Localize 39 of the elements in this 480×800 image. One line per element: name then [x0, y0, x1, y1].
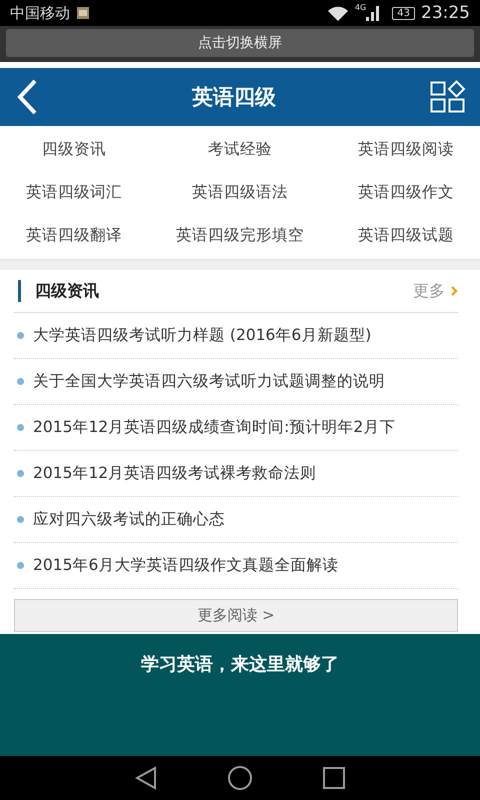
category-link[interactable]: 四级资讯	[0, 128, 148, 171]
promo-message: 学习英语，来这里就够了	[141, 653, 339, 676]
carrier-name: 中国移动	[10, 4, 70, 22]
article-link[interactable]: 关于全国大学英语四六级考试听力试题调整的说明	[33, 371, 385, 392]
home-icon[interactable]	[227, 765, 253, 791]
article-link[interactable]: 应对四六级考试的正确心态	[33, 509, 225, 530]
section-title: 四级资讯	[35, 280, 99, 302]
signal-icon	[366, 5, 380, 21]
rotate-screen-button[interactable]: 点击切换横屏	[6, 29, 474, 57]
page-title: 英语四级	[191, 84, 277, 111]
category-link[interactable]: 英语四级翻译	[0, 214, 148, 257]
recent-apps-icon[interactable]	[323, 767, 345, 789]
category-link[interactable]: 英语四级完形填空	[148, 214, 332, 257]
category-link[interactable]: 英语四级阅读	[332, 128, 480, 171]
article-link[interactable]: 大学英语四级考试听力样题 (2016年6月新题型)	[33, 325, 372, 346]
bullet-dot	[17, 424, 24, 431]
back-icon[interactable]	[135, 766, 157, 790]
bullet-dot	[17, 470, 24, 477]
category-link[interactable]: 英语四级词汇	[0, 171, 148, 214]
article-link[interactable]: 2015年12月英语四级考试裸考救命法则	[33, 463, 316, 484]
more-reading-button[interactable]: 更多阅读 >	[14, 599, 458, 632]
category-link[interactable]: 英语四级作文	[332, 171, 480, 214]
bullet-dot	[17, 516, 24, 523]
article-link[interactable]: 2015年6月大学英语四级作文真题全面解读	[33, 555, 338, 576]
category-link[interactable]: 英语四级试题	[332, 214, 480, 257]
battery-level: 43	[392, 6, 415, 20]
section-marker	[18, 280, 21, 302]
wifi-icon	[326, 5, 349, 21]
category-link[interactable]: 考试经验	[148, 128, 332, 171]
network-type: 4G	[354, 3, 366, 12]
bullet-dot	[17, 562, 24, 569]
clock-time: 23:25	[421, 3, 470, 23]
grid-menu-icon[interactable]	[430, 80, 466, 114]
article-link[interactable]: 2015年12月英语四级成绩查询时间:预计明年2月下	[33, 417, 396, 438]
chevron-icon	[451, 286, 458, 296]
bullet-dot	[17, 332, 24, 339]
bullet-dot	[17, 378, 24, 385]
image-notification-icon	[76, 6, 90, 20]
category-link[interactable]: 英语四级语法	[148, 171, 332, 214]
